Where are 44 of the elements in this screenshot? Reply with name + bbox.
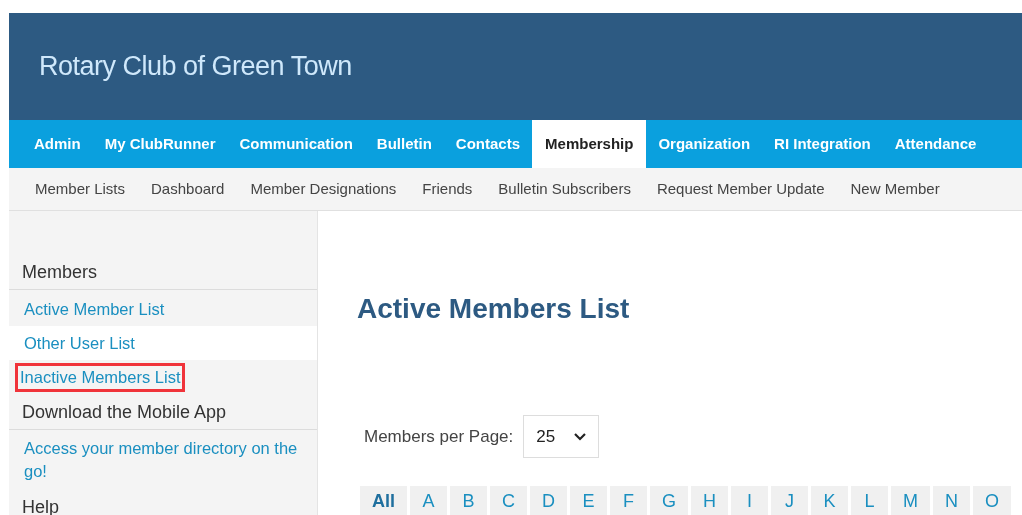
letter-filter-button[interactable]: G [650,486,689,515]
nav-tab[interactable]: Organization [646,120,763,168]
sidebar-row[interactable]: Other User List [9,326,317,360]
sidebar-link[interactable]: Other User List [20,331,139,355]
letter-filter-button[interactable]: All [360,486,407,515]
sub-nav-link[interactable]: New Member [837,177,953,201]
letter-filter-button[interactable]: A [410,486,447,515]
letter-filter-button[interactable]: O [973,486,1012,515]
nav-tab[interactable]: Membership [532,120,647,168]
nav-tab[interactable]: Attendance [882,120,989,168]
sidebar-link[interactable]: Inactive Members List [18,365,183,389]
nav-tab[interactable]: Bulletin [364,120,444,168]
sidebar-heading: Download the Mobile App [9,396,317,430]
sub-nav-link[interactable]: Dashboard [138,177,238,201]
sidebar-heading: Members [9,256,317,290]
per-page-label: Members per Page: [364,425,514,448]
letter-filter-button[interactable]: M [891,486,931,515]
letter-filter-button[interactable]: B [450,486,487,515]
sub-nav-link[interactable]: Request Member Update [643,177,838,201]
nav-tab[interactable]: Communication [227,120,365,168]
letter-filter-button[interactable]: F [610,486,647,515]
nav-tab[interactable]: My ClubRunner [92,120,228,168]
nav-tab[interactable]: Contacts [443,120,533,168]
sub-nav-link[interactable]: Member Designations [237,177,410,201]
letter-filter-button[interactable]: L [851,486,889,515]
letter-filter-button[interactable]: K [811,486,849,515]
letter-filter-button[interactable]: E [570,486,607,515]
page-heading: Active Members List [357,292,631,326]
letter-filter-button[interactable]: J [771,486,809,515]
club-title[interactable]: Rotary Club of Green Town [39,46,352,87]
nav-tab[interactable]: Admin [22,120,93,168]
letter-filter-button[interactable]: N [933,486,971,515]
sidebar-link[interactable]: Access your member directory on the go! [20,437,309,483]
letter-filter-button[interactable]: C [490,486,527,515]
per-page-select[interactable]: 25 [523,415,600,458]
letter-filter-button[interactable]: I [731,486,769,515]
sub-nav-link[interactable]: Bulletin Subscribers [485,177,644,201]
sub-nav-link[interactable]: Member Lists [22,177,139,201]
chevron-down-icon [574,432,587,441]
letter-filter-button[interactable]: D [530,486,567,515]
sidebar-link[interactable]: Active Member List [20,297,169,321]
letter-filter-button[interactable]: H [691,486,729,515]
nav-tab[interactable]: RI Integration [762,120,883,168]
sub-nav-link[interactable]: Friends [409,177,486,201]
